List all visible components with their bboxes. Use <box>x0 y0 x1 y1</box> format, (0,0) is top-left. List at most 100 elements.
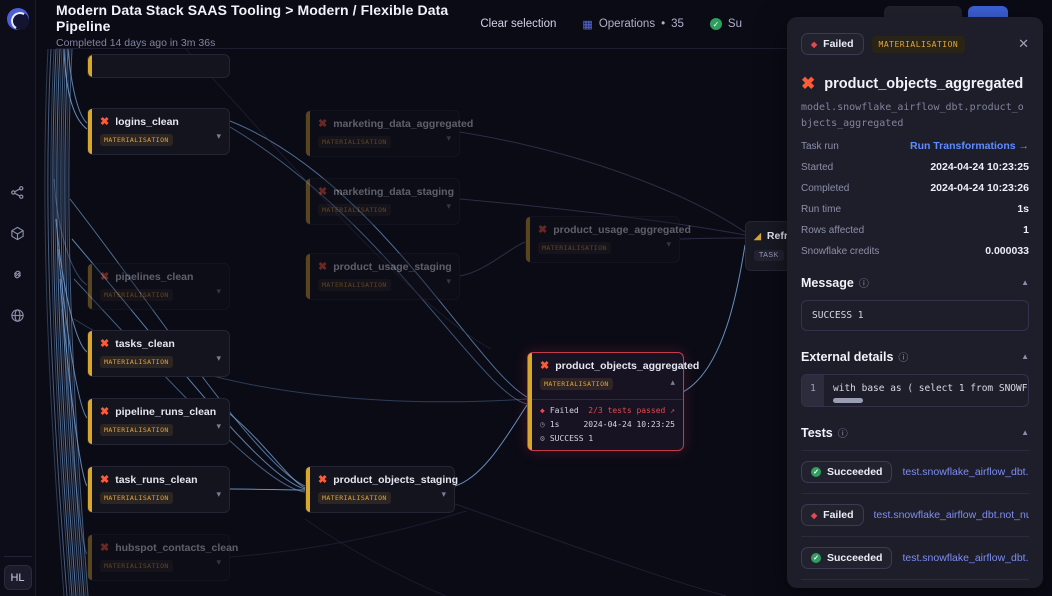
materialisation-badge: MATERIALISATION <box>318 492 391 504</box>
success-check-icon: ✓ <box>811 467 821 477</box>
test-link[interactable]: test.snowflake_airflow_dbt.not_null_pr <box>874 509 1030 521</box>
dbt-icon: ✖ <box>540 361 549 372</box>
field-run-time: Run time1s <box>801 203 1029 215</box>
operations-counter[interactable]: ▦ Operations • 35 <box>582 18 684 31</box>
panel-title: product_objects_aggregated <box>824 76 1023 92</box>
task-run-link[interactable]: Run Transformations → <box>910 140 1029 152</box>
sidebar-divider <box>4 556 32 557</box>
integrations-link-icon[interactable] <box>10 267 25 282</box>
chevron-down-icon[interactable]: ▾ <box>216 421 221 432</box>
test-row: ◆ Failed test.snowflake_airflow_dbt.not_… <box>801 494 1029 537</box>
dbt-icon: ✖ <box>318 262 327 273</box>
horizontal-scrollbar[interactable] <box>833 398 863 403</box>
chevron-down-icon[interactable]: ▾ <box>216 353 221 364</box>
dbt-icon: ✖ <box>100 475 109 486</box>
materialisation-badge: MATERIALISATION <box>872 36 966 53</box>
clock-icon: ◷ <box>540 420 545 429</box>
globe-icon[interactable] <box>10 308 25 323</box>
dag-node-marketing-data-aggregated[interactable]: ✖ marketing_data_aggregated ▾ MATERIALIS… <box>305 110 460 157</box>
materialisation-badge: MATERIALISATION <box>100 134 173 146</box>
message-section: Message ⓘ ▲ SUCCESS 1 <box>801 275 1029 331</box>
materialisation-badge: MATERIALISATION <box>100 289 173 301</box>
external-details-section: External details ⓘ ▲ 1 with base as ( se… <box>801 349 1029 407</box>
node-message: SUCCESS 1 <box>550 434 593 443</box>
chevron-down-icon[interactable]: ▾ <box>441 489 446 500</box>
dag-node-product-usage-staging[interactable]: ✖ product_usage_staging ▾ MATERIALISATIO… <box>305 253 460 300</box>
collapse-icon[interactable]: ▲ <box>1021 428 1029 437</box>
dag-node-pipelines-clean[interactable]: ✖ pipelines_clean ▾ MATERIALISATION <box>87 263 230 310</box>
dbt-icon: ✖ <box>100 117 109 128</box>
chevron-down-icon[interactable]: ▾ <box>216 286 221 297</box>
dbt-icon: ✖ <box>100 339 109 350</box>
dag-node-product-usage-aggregated[interactable]: ✖ product_usage_aggregated ▾ MATERIALISA… <box>525 216 680 263</box>
test-status-badge: ◆ Failed <box>801 504 864 526</box>
node-timestamp: 2024-04-24 10:23:25 <box>583 420 675 429</box>
field-task-run: Task run Run Transformations → <box>801 140 1029 152</box>
test-link[interactable]: test.snowflake_airflow_dbt.unique_pro <box>902 466 1029 478</box>
collapse-icon[interactable]: ▲ <box>1021 278 1029 287</box>
cube-icon[interactable] <box>10 226 25 241</box>
tests-section: Tests ⓘ ▲ ✓ Succeeded test.snowflake_air… <box>801 425 1029 580</box>
tests-summary-link[interactable]: 2/3 tests passed ↗ <box>588 406 675 415</box>
dag-node-product-objects-staging[interactable]: ✖ product_objects_staging ▾ MATERIALISAT… <box>305 466 455 513</box>
info-icon[interactable]: ⓘ <box>859 275 869 290</box>
model-path: model.snowflake_airflow_dbt.product_obje… <box>801 100 1029 131</box>
test-link[interactable]: test.snowflake_airflow_dbt.not_null_pr <box>902 552 1029 564</box>
materialisation-badge: MATERIALISATION <box>100 492 173 504</box>
chevron-down-icon[interactable]: ▾ <box>446 133 451 144</box>
materialisation-badge: MATERIALISATION <box>318 279 391 291</box>
dag-node-product-objects-aggregated-selected[interactable]: ✖ product_objects_aggregated ▴ MATERIALI… <box>527 352 684 451</box>
chevron-down-icon[interactable]: ▾ <box>216 489 221 500</box>
dag-node-marketing-data-staging[interactable]: ✖ marketing_data_staging ▾ MATERIALISATI… <box>305 178 460 225</box>
collapse-icon[interactable]: ▲ <box>1021 352 1029 361</box>
node-duration: 1s <box>550 420 560 429</box>
dag-node-hubspot-contacts-clean[interactable]: ✖ hubspot_contacts_clean ▾ MATERIALISATI… <box>87 534 230 581</box>
user-avatar[interactable]: HL <box>4 565 32 590</box>
gear-icon: ⚙ <box>540 434 545 443</box>
failed-diamond-icon: ◆ <box>540 406 545 415</box>
dbt-icon: ✖ <box>318 187 327 198</box>
materialisation-badge: MATERIALISATION <box>100 356 173 368</box>
dag-node-logins-clean[interactable]: ✖ logins_clean ▾ MATERIALISATION <box>87 108 230 155</box>
info-icon[interactable]: ⓘ <box>838 425 848 440</box>
dbt-icon: ✖ <box>318 119 327 130</box>
dag-node-task-runs-clean[interactable]: ✖ task_runs_clean ▾ MATERIALISATION <box>87 466 230 513</box>
task-badge: TASK <box>754 250 784 261</box>
chevron-down-icon[interactable]: ▾ <box>216 557 221 568</box>
chevron-up-icon[interactable]: ▴ <box>670 377 675 388</box>
line-number: 1 <box>802 375 824 406</box>
info-icon[interactable]: ⓘ <box>898 349 908 364</box>
success-counter[interactable]: ✓ Su <box>710 18 742 30</box>
materialisation-badge: MATERIALISATION <box>318 136 391 148</box>
chevron-down-icon[interactable]: ▾ <box>666 239 671 250</box>
chevron-down-icon[interactable]: ▾ <box>446 276 451 287</box>
field-snowflake-credits: Snowflake credits0.000033 <box>801 245 1029 257</box>
dbt-icon: ✖ <box>538 225 547 236</box>
page-title: Modern Data Stack SAAS Tooling > Modern … <box>56 2 480 34</box>
dag-node-partial[interactable] <box>87 54 230 78</box>
code-line: with base as ( select 1 from SNOWFLAKE <box>833 383 1028 394</box>
materialisation-badge: MATERIALISATION <box>100 424 173 436</box>
close-icon[interactable]: ✕ <box>1018 36 1029 52</box>
materialisation-badge: MATERIALISATION <box>318 204 391 216</box>
dag-node-tasks-clean[interactable]: ✖ tasks_clean ▾ MATERIALISATION <box>87 330 230 377</box>
run-status-subtitle: Completed 14 days ago in 3m 36s <box>56 37 480 49</box>
dbt-icon: ✖ <box>801 75 815 92</box>
dbt-icon: ✖ <box>318 475 327 486</box>
warning-triangle-icon: ◢ <box>754 231 761 242</box>
node-divider <box>528 399 683 400</box>
status-badge: ◆ Failed <box>801 33 864 55</box>
chevron-down-icon[interactable]: ▾ <box>446 201 451 212</box>
app-logo-icon[interactable] <box>7 8 29 30</box>
success-check-icon: ✓ <box>811 553 821 563</box>
pipeline-graph-icon[interactable] <box>10 185 25 200</box>
operations-grid-icon: ▦ <box>582 18 592 31</box>
clear-selection-button[interactable]: Clear selection <box>480 18 556 30</box>
success-check-icon: ✓ <box>710 18 722 30</box>
node-status: Failed <box>550 406 579 415</box>
code-box[interactable]: 1 with base as ( select 1 from SNOWFLAKE <box>801 374 1029 407</box>
materialisation-badge: MATERIALISATION <box>100 560 173 572</box>
dag-node-pipeline-runs-clean[interactable]: ✖ pipeline_runs_clean ▾ MATERIALISATION <box>87 398 230 445</box>
dbt-icon: ✖ <box>100 543 109 554</box>
chevron-down-icon[interactable]: ▾ <box>216 131 221 142</box>
